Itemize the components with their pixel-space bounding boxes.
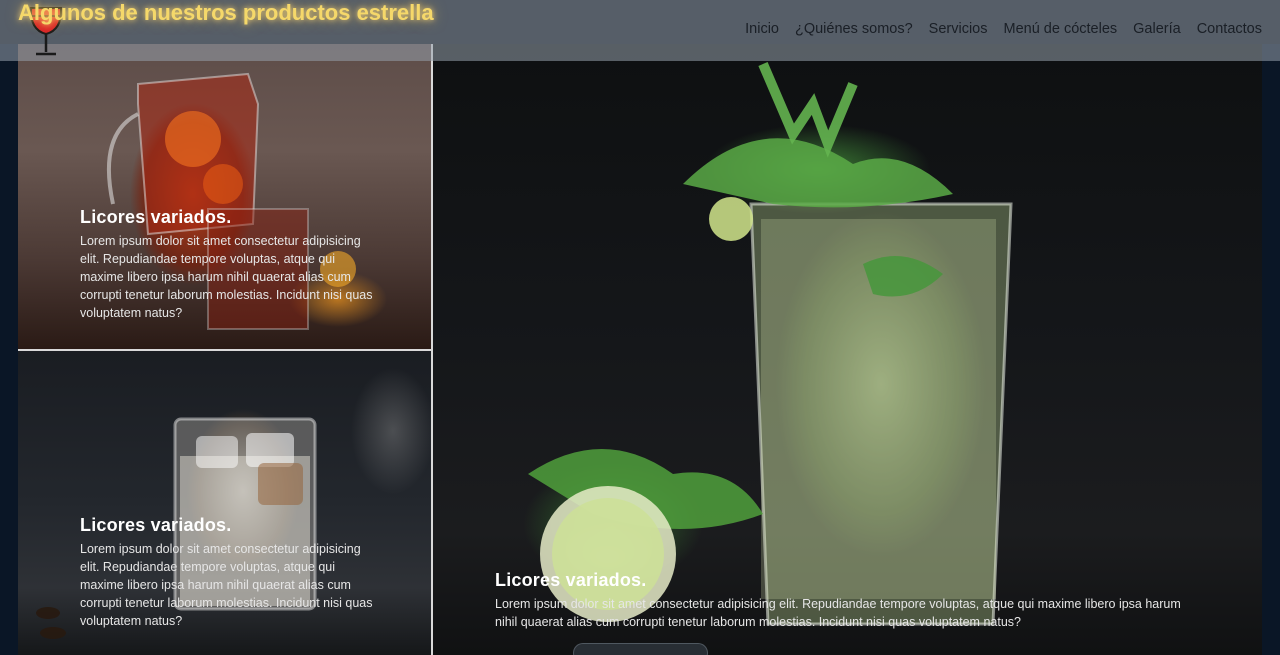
gallery-divider-vertical — [431, 44, 433, 655]
gallery-caption: Licores variados. Lorem ipsum dolor sit … — [495, 570, 1195, 631]
gallery-caption: Licores variados. Lorem ipsum dolor sit … — [80, 515, 380, 630]
nav-item-menu-cocteles[interactable]: Menú de cócteles — [1003, 21, 1117, 37]
site-header: Algunos de nuestros productos estrella I… — [0, 0, 1280, 61]
nav-item-inicio[interactable]: Inicio — [745, 21, 779, 37]
main-nav: Inicio ¿Quiénes somos? Servicios Menú de… — [745, 21, 1262, 37]
mojito-glass-image — [528, 62, 1013, 626]
gallery-caption-title: Licores variados. — [80, 515, 232, 535]
gallery-divider-horizontal — [18, 349, 431, 351]
gallery-item-mojito[interactable] — [433, 44, 1262, 655]
gallery-caption-text: Lorem ipsum dolor sit amet consectetur a… — [495, 597, 1181, 629]
page: Licores variados. Lorem ipsum dolor sit … — [0, 0, 1280, 655]
gallery-caption: Licores variados. Lorem ipsum dolor sit … — [80, 207, 380, 322]
gallery-caption-text: Lorem ipsum dolor sit amet consectetur a… — [80, 234, 373, 320]
floating-toolbar[interactable] — [573, 643, 708, 655]
nav-item-contactos[interactable]: Contactos — [1197, 21, 1262, 37]
page-title: Algunos de nuestros productos estrella — [18, 0, 434, 25]
nav-item-quienes-somos[interactable]: ¿Quiénes somos? — [795, 21, 913, 37]
gallery-caption-title: Licores variados. — [80, 207, 232, 227]
gallery-caption-text: Lorem ipsum dolor sit amet consectetur a… — [80, 542, 373, 628]
page-edge-left — [0, 44, 18, 655]
gallery-caption-title: Licores variados. — [495, 570, 647, 590]
nav-item-galeria[interactable]: Galería — [1133, 21, 1181, 37]
nav-item-servicios[interactable]: Servicios — [929, 21, 988, 37]
page-edge-right — [1262, 44, 1280, 655]
